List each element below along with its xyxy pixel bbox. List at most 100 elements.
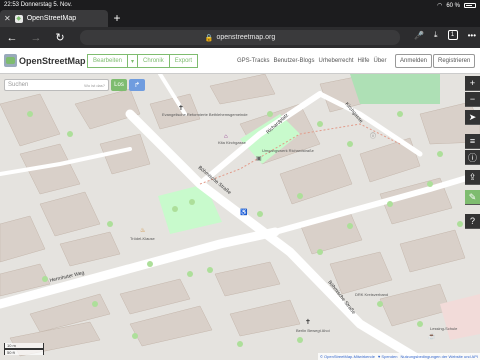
building xyxy=(0,215,46,263)
tree xyxy=(347,223,353,229)
tree xyxy=(387,201,393,207)
back-button[interactable]: ← xyxy=(0,32,24,44)
query-features-button[interactable]: ? xyxy=(465,214,480,229)
edit-button[interactable]: Bearbeiten xyxy=(87,54,129,68)
status-bar: 22:53 Donnerstag 5. Nov. ◠ 60 % xyxy=(0,0,480,10)
info-icon: ⓘ xyxy=(370,132,376,140)
bicycle-icon: ♿ xyxy=(240,208,248,216)
search-input[interactable]: Suchen Wo ist das? xyxy=(4,79,109,91)
tree xyxy=(189,199,195,205)
where-is-this-link[interactable]: Wo ist das? xyxy=(84,83,105,88)
history-button[interactable]: Chronik xyxy=(138,54,170,68)
url-bar[interactable]: 🔒 openstreetmap.org xyxy=(80,30,400,45)
battery-icon xyxy=(464,3,476,8)
search-placeholder: Suchen xyxy=(8,82,29,88)
tree xyxy=(67,131,73,137)
tree xyxy=(147,261,153,267)
lock-icon: 🔒 xyxy=(204,34,214,42)
restaurant-icon: ♨ xyxy=(140,227,145,234)
tree xyxy=(237,341,243,347)
building xyxy=(0,93,61,147)
download-icon[interactable]: ⤓ xyxy=(434,30,438,40)
tree xyxy=(317,121,323,127)
tree xyxy=(42,276,48,282)
nav-links: GPS-Tracks Benutzer-Blogs Urheberrecht H… xyxy=(237,58,387,64)
tree xyxy=(92,301,98,307)
tab-count-button[interactable]: 1 xyxy=(447,30,458,40)
wifi-icon: ◠ xyxy=(437,3,443,9)
building xyxy=(399,229,466,273)
tab-bar: ✕ ◆ OpenStreetMap + xyxy=(0,10,480,27)
tree xyxy=(347,141,353,147)
terms-link[interactable]: Nutzungsbedingungen der Website und API xyxy=(400,354,478,359)
osm-header: OpenStreetMap Bearbeiten ▾ Chronik Expor… xyxy=(0,48,480,74)
url-text: openstreetmap.org xyxy=(216,34,276,41)
poi-label-doctor: DRK Kreisverband xyxy=(355,292,388,297)
scale-imperial: 50 ft xyxy=(4,349,44,355)
building xyxy=(214,261,281,297)
zoom-out-button[interactable]: − xyxy=(465,92,480,107)
tree xyxy=(207,267,213,273)
poi-label-school-right: Lessing-Schule xyxy=(430,326,458,331)
attribution: © OpenStreetMap-Mitwirkende ♥ Spenden Nu… xyxy=(317,353,480,360)
locate-button[interactable]: ➤ xyxy=(465,110,480,125)
nav-about[interactable]: Über xyxy=(374,58,387,64)
forward-button[interactable]: → xyxy=(24,32,48,44)
edit-group: Bearbeiten ▾ Chronik Export xyxy=(87,54,199,68)
login-button[interactable]: Anmelden xyxy=(395,54,433,68)
tree xyxy=(172,206,178,212)
zoom-in-button[interactable]: + xyxy=(465,76,480,91)
tree xyxy=(27,111,33,117)
building xyxy=(129,305,213,347)
microphone-icon[interactable]: 🎤 xyxy=(414,31,424,40)
map-drawing: ✝ ⌂ ▣ ♿ ♨ ✝ ☕ ⓘ Böhmische Straße Böhmisc… xyxy=(0,74,480,360)
register-button[interactable]: Registrieren xyxy=(433,54,476,68)
cafe-icon: ☕ xyxy=(428,332,436,340)
map-canvas[interactable]: ✝ ⌂ ▣ ♿ ♨ ✝ ☕ ⓘ Böhmische Straße Böhmisc… xyxy=(0,74,480,360)
tree xyxy=(437,151,443,157)
tree xyxy=(427,181,433,187)
nav-gps-tracks[interactable]: GPS-Tracks xyxy=(237,58,269,64)
poi-label-church: Evangelische Reformierte Bethlehemsgemei… xyxy=(162,112,248,117)
search-go-button[interactable]: Los xyxy=(111,79,127,91)
building xyxy=(359,137,421,183)
building xyxy=(59,231,121,267)
attribution-osm-link[interactable]: © OpenStreetMap-Mitwirkende xyxy=(320,354,375,359)
tree xyxy=(377,301,383,307)
close-tab-icon[interactable]: ✕ xyxy=(4,14,11,23)
edit-dropdown-button[interactable]: ▾ xyxy=(128,54,139,68)
poi-label-restaurant: Trödel-Klause xyxy=(130,236,156,241)
layers-button[interactable]: ≡ xyxy=(465,134,480,149)
export-button[interactable]: Export xyxy=(169,54,199,68)
more-menu-button[interactable]: ••• xyxy=(468,31,476,40)
osm-logo-icon[interactable] xyxy=(4,54,17,67)
poi-label-jugend: Umgangswerk Richardstraße xyxy=(262,148,315,153)
donate-link[interactable]: ♥ Spenden xyxy=(378,354,398,359)
tree xyxy=(317,249,323,255)
status-date: Donnerstag 5. Nov. xyxy=(20,2,72,8)
tree xyxy=(457,221,463,227)
building xyxy=(379,283,451,327)
tree xyxy=(267,111,273,117)
community-icon: ▣ xyxy=(256,156,262,162)
tree xyxy=(417,321,423,327)
add-note-button[interactable]: ✎ xyxy=(465,190,480,205)
reload-button[interactable]: ↻ xyxy=(48,31,72,44)
new-tab-button[interactable]: + xyxy=(110,11,124,25)
directions-button[interactable]: ↱ xyxy=(129,79,145,91)
nav-help[interactable]: Hilfe xyxy=(358,58,370,64)
tree xyxy=(297,337,303,343)
status-time: 22:53 xyxy=(4,2,20,8)
building xyxy=(279,153,353,205)
nav-copyright[interactable]: Urheberrecht xyxy=(318,58,353,64)
browser-tab[interactable]: ✕ ◆ OpenStreetMap xyxy=(0,10,108,27)
battery-text: 60 % xyxy=(446,2,460,9)
brand-title[interactable]: OpenStreetMap xyxy=(19,56,86,66)
tree xyxy=(297,193,303,199)
church-icon: ✝ xyxy=(178,104,184,112)
park-area xyxy=(350,74,440,104)
tab-title: OpenStreetMap xyxy=(26,15,77,22)
nav-user-blogs[interactable]: Benutzer-Blogs xyxy=(273,58,314,64)
share-button[interactable]: ⇪ xyxy=(465,170,480,185)
legend-button[interactable]: ⓘ xyxy=(465,150,480,165)
